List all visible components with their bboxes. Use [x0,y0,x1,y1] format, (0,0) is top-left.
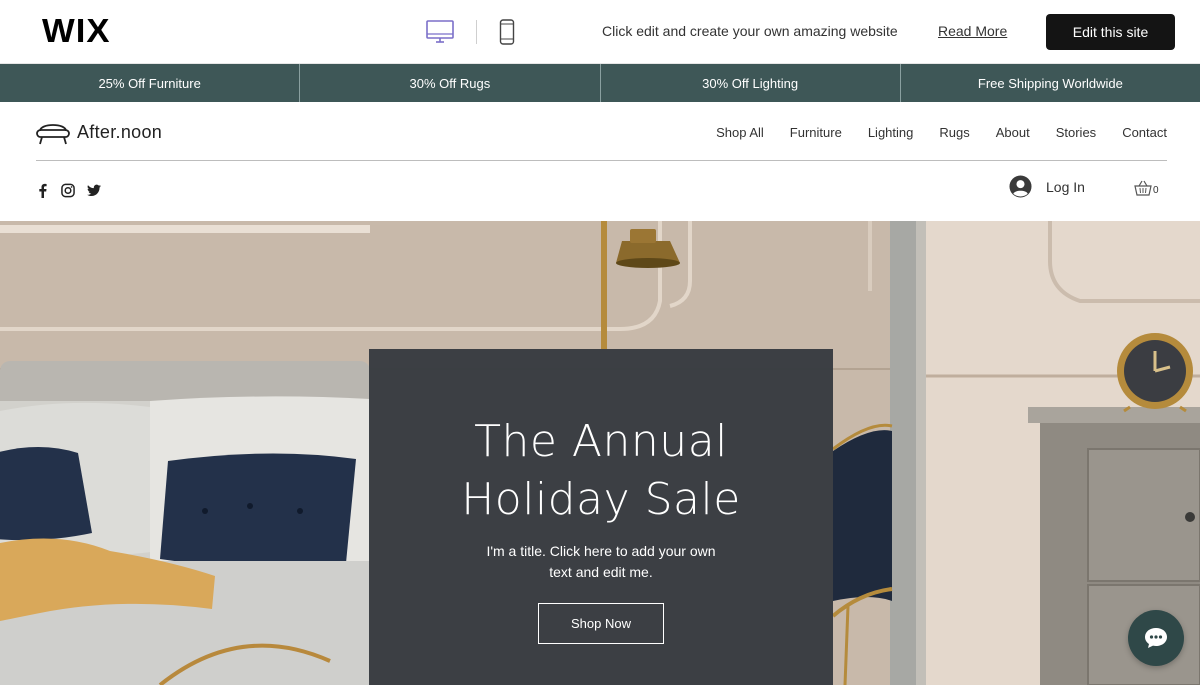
desktop-view-button[interactable] [425,18,455,46]
promo-item-shipping[interactable]: Free Shipping Worldwide [901,64,1200,102]
nav-about[interactable]: About [996,125,1030,140]
hero-section: The Annual Holiday Sale I'm a title. Cli… [0,221,1200,685]
social-links [35,182,101,198]
nav-furniture[interactable]: Furniture [790,125,842,140]
promo-item-furniture[interactable]: 25% Off Furniture [0,64,301,102]
nav-contact[interactable]: Contact [1122,125,1167,140]
hero-card: The Annual Holiday Sale I'm a title. Cli… [369,349,833,685]
user-avatar-icon [1009,175,1032,198]
login-button[interactable]: Log In [1009,175,1085,198]
sofa-icon [36,124,70,145]
chat-bubble-icon [1145,628,1167,648]
hero-title-line-1: The Annual [474,416,728,467]
header-divider [36,160,1167,161]
nav-stories[interactable]: Stories [1056,125,1096,140]
hero-title-line-2: Holiday Sale [461,474,741,525]
main-nav: Shop All Furniture Lighting Rugs About S… [716,125,1167,140]
wix-top-bar: WIX Click edit and create your own amazi… [0,0,1200,64]
chat-button[interactable] [1128,610,1184,666]
wix-promo-text: Click edit and create your own amazing w… [602,23,898,39]
promo-item-rugs[interactable]: 30% Off Rugs [300,64,601,102]
cart-count: 0 [1153,185,1159,196]
nav-rugs[interactable]: Rugs [939,125,969,140]
instagram-icon[interactable] [61,182,75,198]
site-logo-text: After.noon [77,121,163,142]
nav-lighting[interactable]: Lighting [868,125,914,140]
desktop-icon [426,20,454,43]
edit-site-button[interactable]: Edit this site [1046,14,1175,50]
hero-subtitle: I'm a title. Click here to add your own … [486,543,716,580]
shop-now-button[interactable]: Shop Now [538,603,664,644]
wix-logo[interactable]: WIX [42,12,111,50]
hero-title: The Annual Holiday Sale [461,413,741,529]
promo-strip: 25% Off Furniture 30% Off Rugs 30% Off L… [0,64,1200,102]
facebook-icon[interactable] [35,182,49,198]
cart-button[interactable]: 0 [1134,180,1159,196]
mobile-icon [499,19,515,45]
twitter-icon[interactable] [87,182,101,198]
basket-icon [1134,180,1152,196]
nav-shop-all[interactable]: Shop All [716,125,764,140]
promo-item-lighting[interactable]: 30% Off Lighting [601,64,901,102]
device-divider [476,20,477,44]
login-label: Log In [1046,178,1085,195]
read-more-link[interactable]: Read More [938,23,1007,39]
mobile-view-button[interactable] [492,18,522,46]
site-logo[interactable]: After.noon [35,118,162,146]
